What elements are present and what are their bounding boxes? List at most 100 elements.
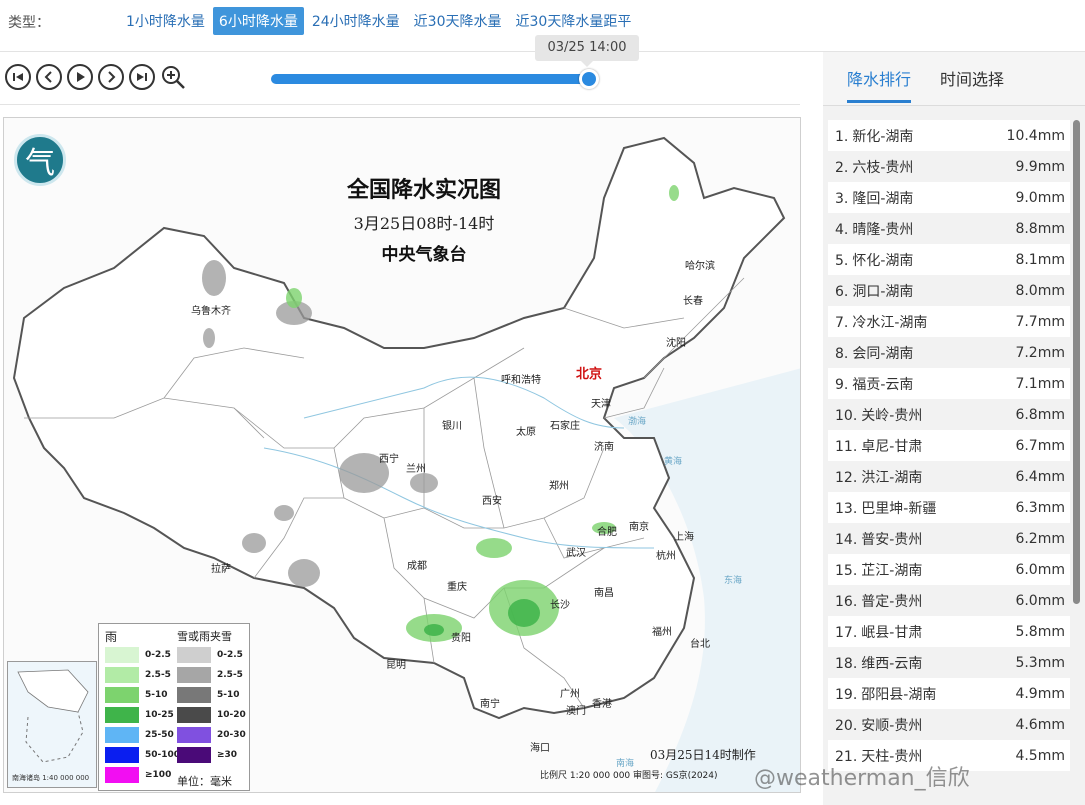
legend-swatch (105, 767, 139, 783)
time-tooltip: 03/25 14:00 (535, 35, 639, 67)
ranking-place: 7. 冷水江-湖南 (835, 312, 927, 332)
legend-item-snow: 10-20 (177, 706, 246, 724)
map-title: 全国降水实况图 (346, 177, 501, 203)
map-agency: 中央气象台 (381, 245, 467, 265)
last-frame-button[interactable] (129, 64, 155, 90)
next-frame-button[interactable] (98, 64, 124, 90)
legend-item-snow: ≥30 (177, 746, 237, 764)
city-label: 长沙 (550, 600, 570, 611)
ranking-station: 晴隆-贵州 (852, 221, 914, 238)
ranking-row[interactable]: 18. 维西-云南 5.3mm (828, 647, 1070, 678)
ranking-row[interactable]: 17. 岷县-甘肃 5.8mm (828, 616, 1070, 647)
ranking-value: 6.7mm (1015, 437, 1065, 454)
ranking-row[interactable]: 1. 新化-湖南 10.4mm (828, 120, 1070, 151)
city-label: 南京 (629, 522, 649, 533)
ranking-row[interactable]: 14. 普安-贵州 6.2mm (828, 523, 1070, 554)
legend-swatch (177, 687, 211, 703)
ranking-row[interactable]: 4. 晴隆-贵州 8.8mm (828, 213, 1070, 244)
ranking-row[interactable]: 3. 隆回-湖南 9.0mm (828, 182, 1070, 213)
tab-1h-precip[interactable]: 1小时降水量 (120, 7, 211, 35)
ranking-rank: 16. (835, 593, 858, 610)
ranking-station: 巴里坤-新疆 (861, 500, 937, 517)
legend-item-rain: 2.5-5 (105, 666, 171, 684)
ranking-scrollbar[interactable] (1073, 120, 1080, 604)
legend-item-rain: 0-2.5 (105, 646, 171, 664)
ranking-value: 7.7mm (1015, 313, 1065, 330)
ranking-place: 16. 普定-贵州 (835, 591, 922, 611)
map-legend: 雨 雪或雨夹雪 0-2.5 2.5-5 5-10 10-25 25-50 50-100 ≥1… (98, 623, 250, 791)
precipitation-map: 气 全国降水实况图 3月25日08时-14时 中央气象台 乌鲁木齐 哈尔滨 长春… (3, 117, 801, 793)
ranking-station: 维西-云南 (861, 655, 923, 672)
ranking-station: 普安-贵州 (861, 531, 923, 548)
play-button[interactable] (67, 64, 93, 90)
ranking-value: 4.5mm (1015, 747, 1065, 764)
ranking-value: 9.9mm (1015, 158, 1065, 175)
city-label: 太原 (516, 427, 536, 438)
ranking-row[interactable]: 2. 六枝-贵州 9.9mm (828, 151, 1070, 182)
time-slider-handle[interactable] (579, 69, 599, 89)
tab-6h-precip[interactable]: 6小时降水量 (212, 7, 304, 35)
ranking-rank: 2. (835, 159, 849, 176)
ranking-station: 怀化-湖南 (852, 252, 914, 269)
ranking-row[interactable]: 5. 怀化-湖南 8.1mm (828, 244, 1070, 275)
cma-logo: 气 (14, 134, 66, 186)
ranking-station: 洞口-湖南 (852, 283, 914, 300)
zoom-in-button[interactable] (160, 64, 186, 90)
ranking-value: 7.1mm (1015, 375, 1065, 392)
ranking-rank: 19. (835, 686, 858, 703)
tab-precip-ranking[interactable]: 降水排行 (847, 66, 912, 103)
south-china-sea-inset: 南海诸岛 1:40 000 000 (7, 661, 97, 788)
ranking-station: 六枝-贵州 (852, 159, 914, 176)
legend-label: ≥100 (145, 770, 172, 780)
tab-30d-anomaly[interactable]: 近30天降水量距平 (510, 7, 638, 35)
map-title-block: 全国降水实况图 3月25日08时-14时 中央气象台 (304, 172, 544, 265)
ranking-station: 新化-湖南 (852, 128, 914, 145)
city-label: 沈阳 (666, 338, 686, 349)
ranking-station: 岷县-甘肃 (861, 624, 923, 641)
ranking-row[interactable]: 16. 普定-贵州 6.0mm (828, 585, 1070, 616)
ranking-row[interactable]: 11. 卓尼-甘肃 6.7mm (828, 430, 1070, 461)
prev-frame-button[interactable] (36, 64, 62, 90)
ranking-row[interactable]: 12. 洪江-湖南 6.4mm (828, 461, 1070, 492)
ranking-row[interactable]: 20. 安顺-贵州 4.6mm (828, 709, 1070, 740)
city-label: 广州 (560, 689, 580, 700)
ranking-rank: 4. (835, 221, 849, 238)
legend-swatch (177, 667, 211, 683)
city-label: 呼和浩特 (501, 375, 541, 386)
ranking-row[interactable]: 8. 会同-湖南 7.2mm (828, 337, 1070, 368)
legend-item-snow: 5-10 (177, 686, 240, 704)
first-frame-button[interactable] (5, 64, 31, 90)
legend-swatch (177, 647, 211, 663)
ranking-place: 10. 关岭-贵州 (835, 405, 922, 425)
legend-label: 2.5-5 (145, 670, 171, 680)
ranking-row[interactable]: 15. 芷江-湖南 6.0mm (828, 554, 1070, 585)
ranking-rank: 7. (835, 314, 849, 331)
ranking-place: 17. 岷县-甘肃 (835, 622, 922, 642)
city-label: 成都 (407, 561, 427, 572)
panel-tabs: 降水排行 时间选择 (823, 52, 1085, 106)
city-label: 拉萨 (211, 564, 231, 575)
ranking-row[interactable]: 19. 邵阳县-湖南 4.9mm (828, 678, 1070, 709)
legend-swatch (105, 707, 139, 723)
ranking-row[interactable]: 10. 关岭-贵州 6.8mm (828, 399, 1070, 430)
time-slider[interactable] (271, 69, 599, 89)
tab-30d-precip[interactable]: 近30天降水量 (408, 7, 508, 35)
ranking-row[interactable]: 6. 洞口-湖南 8.0mm (828, 275, 1070, 306)
city-label: 武汉 (566, 548, 586, 559)
ranking-value: 4.9mm (1015, 685, 1065, 702)
legend-swatch (177, 727, 211, 743)
ranking-station: 芷江-湖南 (861, 562, 923, 579)
legend-swatch (105, 667, 139, 683)
ranking-value: 4.6mm (1015, 716, 1065, 733)
last-icon (137, 73, 147, 81)
city-label: 西安 (482, 496, 502, 507)
ranking-place: 13. 巴里坤-新疆 (835, 498, 936, 518)
ranking-rank: 13. (835, 500, 858, 517)
tab-24h-precip[interactable]: 24小时降水量 (306, 7, 406, 35)
ranking-row[interactable]: 9. 福贡-云南 7.1mm (828, 368, 1070, 399)
legend-label: 10-20 (217, 710, 246, 720)
ranking-station: 安顺-贵州 (861, 717, 923, 734)
ranking-row[interactable]: 13. 巴里坤-新疆 6.3mm (828, 492, 1070, 523)
tab-time-select[interactable]: 时间选择 (940, 66, 1004, 90)
ranking-row[interactable]: 7. 冷水江-湖南 7.7mm (828, 306, 1070, 337)
